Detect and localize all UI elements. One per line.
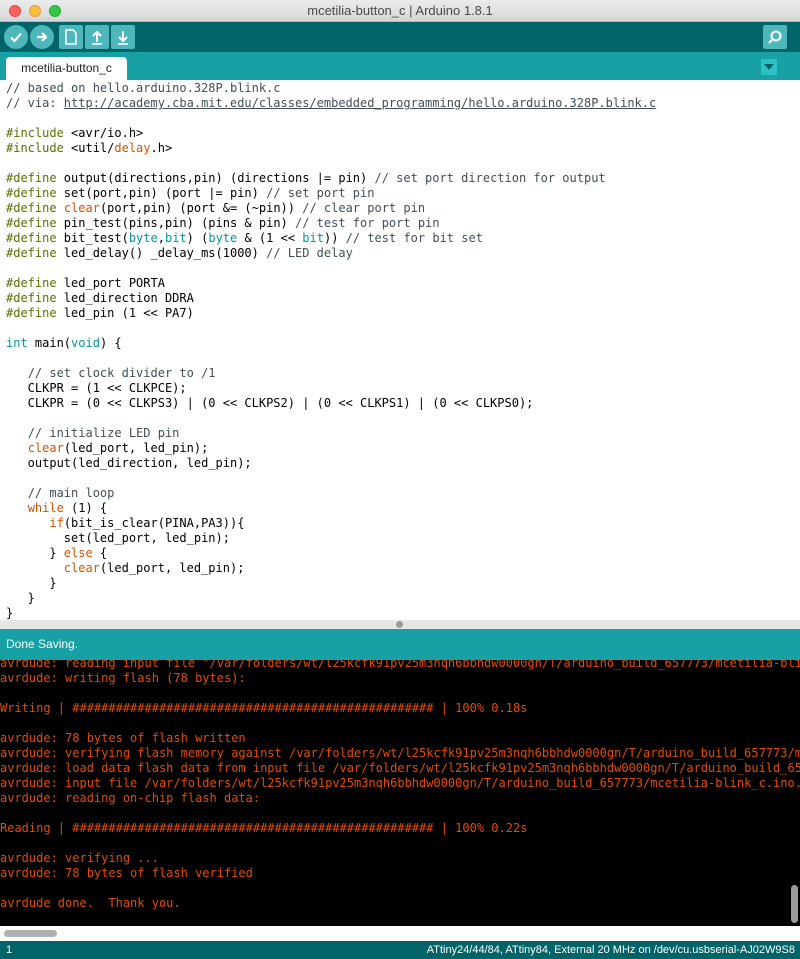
code-line: output(led_direction, led_pin); (6, 456, 252, 470)
status-message: Done Saving. (6, 637, 79, 651)
code-line: while (1) { (27, 501, 108, 515)
console-line: avrdude: load data flash data from input… (0, 761, 800, 775)
code-line: set(led_port, led_pin); (6, 531, 230, 545)
tab-menu-button[interactable] (761, 59, 777, 75)
console-line: avrdude done. Thank you. (0, 896, 181, 910)
code-line: // based on hello.arduino.328P.blink.c (6, 81, 281, 95)
upload-button[interactable] (30, 25, 54, 49)
magnifier-icon (768, 30, 782, 44)
checkmark-icon (10, 32, 22, 43)
code-line: } (6, 591, 35, 605)
pane-divider[interactable] (0, 620, 800, 629)
code-line: int main(void) { (6, 336, 122, 350)
code-text[interactable]: // based on hello.arduino.328P.blink.c//… (6, 81, 656, 620)
title-bar: mcetilia-button_c | Arduino 1.8.1 (0, 0, 800, 22)
code-line: // set clock divider to /1 (27, 366, 216, 380)
code-line: clear(led_port, led_pin); (27, 441, 209, 455)
new-file-icon (65, 29, 77, 45)
code-line: #define output(directions,pin) (directio… (6, 171, 606, 185)
status-bar: Done Saving. (0, 629, 800, 660)
console-horizontal-scrollbar[interactable] (0, 926, 800, 941)
code-line: #define clear(port,pin) (port &= (~pin))… (6, 201, 426, 215)
code-line: #define led_delay() _delay_ms(1000) // L… (6, 246, 353, 260)
console-vertical-scrollbar[interactable] (791, 885, 798, 923)
code-line: #include <util/delay.h> (6, 141, 173, 155)
code-line: if(bit_is_clear(PINA,PA3)){ (49, 516, 245, 530)
code-line: #define led_port PORTA (6, 276, 165, 290)
code-line: #include <avr/io.h> (6, 126, 144, 140)
arrow-right-icon (37, 32, 48, 42)
code-editor[interactable]: // based on hello.arduino.328P.blink.c//… (0, 80, 800, 620)
code-line: // main loop (27, 486, 115, 500)
code-line: } (6, 576, 57, 590)
toolbar (0, 22, 800, 52)
triangle-down-icon (764, 64, 774, 70)
code-line: clear(led_port, led_pin); (63, 561, 245, 575)
code-line: #define led_pin (1 << PA7) (6, 306, 194, 320)
divider-grip-handle[interactable] (396, 621, 403, 628)
tab-bar: mcetilia-button_c (0, 52, 800, 80)
code-line: CLKPR = (1 << CLKPCE); (6, 381, 187, 395)
arrow-up-icon (92, 30, 102, 45)
code-line: #define pin_test(pins,pin) (pins & pin) … (6, 216, 440, 230)
console-line: avrdude: verifying flash memory against … (0, 746, 800, 760)
console-text: avrdude: reading input file "/var/folder… (0, 660, 800, 911)
bottom-bar: 1 ATtiny24/44/84, ATtiny84, External 20 … (0, 941, 800, 959)
console-line: Reading | ##############################… (0, 821, 528, 835)
open-sketch-button[interactable] (85, 25, 109, 49)
serial-monitor-button[interactable] (763, 25, 787, 49)
board-info: ATtiny24/44/84, ATtiny84, External 20 MH… (426, 944, 795, 956)
code-line: #define led_direction DDRA (6, 291, 194, 305)
console-line: avrdude: reading input file "/var/folder… (0, 660, 800, 670)
horizontal-scroll-thumb[interactable] (4, 930, 57, 937)
line-number: 1 (6, 944, 13, 956)
window-title: mcetilia-button_c | Arduino 1.8.1 (307, 3, 493, 18)
code-line: #define bit_test(byte,bit) (byte & (1 <<… (6, 231, 483, 245)
verify-button[interactable] (4, 25, 28, 49)
console-line: avrdude: 78 bytes of flash written (0, 731, 246, 745)
new-sketch-button[interactable] (59, 25, 83, 49)
console-line: Writing | ##############################… (0, 701, 528, 715)
console-line: avrdude: writing flash (78 bytes): (0, 671, 246, 685)
save-sketch-button[interactable] (111, 25, 135, 49)
arrow-down-icon (118, 31, 128, 45)
code-line: #define set(port,pin) (port |= pin) // s… (6, 186, 375, 200)
console-line: avrdude: 78 bytes of flash verified (0, 866, 253, 880)
console-line: avrdude: reading on-chip flash data: (0, 791, 261, 805)
code-line: // via: http://academy.cba.mit.edu/class… (6, 96, 657, 110)
code-line: CLKPR = (0 << CLKPS3) | (0 << CLKPS2) | … (6, 396, 534, 410)
tab-sketch[interactable]: mcetilia-button_c (6, 57, 127, 80)
code-line: } (6, 606, 14, 620)
code-line: } else { (6, 546, 108, 560)
console-line: avrdude: verifying ... (0, 851, 159, 865)
console-line: avrdude: input file /var/folders/wt/l25k… (0, 776, 800, 790)
console-output[interactable]: avrdude: reading input file "/var/folder… (0, 660, 800, 926)
code-line: // initialize LED pin (27, 426, 180, 440)
